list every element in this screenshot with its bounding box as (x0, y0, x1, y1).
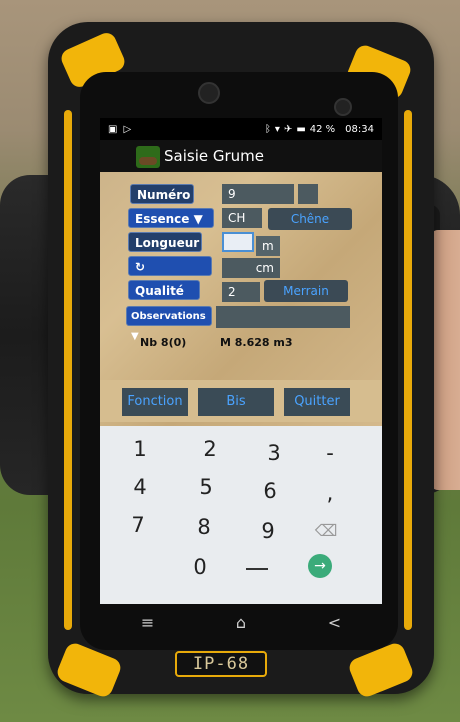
back-icon[interactable]: < (328, 613, 341, 632)
key-8[interactable]: 8 (184, 510, 224, 544)
key-7[interactable]: 7 (118, 508, 158, 542)
volume-summary: M 8.628 m3 (220, 336, 293, 349)
ip-rating-label: IP-68 (175, 651, 267, 677)
case-trim-left (64, 110, 72, 630)
bluetooth-icon: ᛒ (264, 123, 271, 135)
backspace-icon[interactable]: ⌫ (306, 514, 346, 548)
play-icon: ▷ (123, 123, 132, 135)
observations-field[interactable] (216, 306, 350, 328)
key-3[interactable]: 3 (254, 436, 294, 470)
essence-dropdown[interactable]: Essence ▼ (128, 208, 214, 228)
space-key[interactable] (246, 550, 268, 570)
speaker-icon (198, 82, 220, 104)
airplane-icon: ✈ (283, 123, 293, 135)
log-truck-icon (136, 146, 160, 168)
home-icon[interactable]: ⌂ (236, 613, 246, 632)
clock: 08:34 (345, 123, 374, 135)
qualite-merrain-button[interactable]: Merrain (264, 280, 348, 302)
count-summary: Nb 8(0) (140, 336, 187, 349)
bis-button[interactable]: Bis (198, 388, 274, 416)
key-5[interactable]: 5 (186, 470, 226, 504)
menu-icon[interactable]: ≡ (141, 613, 154, 632)
longueur-input[interactable] (222, 232, 254, 252)
key-6[interactable]: 6 (250, 474, 290, 508)
battery-level: 42 % (309, 123, 336, 135)
front-camera-icon (334, 98, 352, 116)
essence-name-button[interactable]: Chêne (268, 208, 352, 230)
diametre-button[interactable]: ↻ Diamètre (128, 256, 212, 294)
key-comma[interactable]: , (310, 476, 350, 510)
key-1[interactable]: 1 (120, 432, 160, 466)
key-9[interactable]: 9 (248, 514, 288, 548)
fonction-button[interactable]: Fonction (122, 388, 188, 416)
sim-icon: ▣ (108, 123, 118, 135)
quitter-button[interactable]: Quitter (284, 388, 350, 416)
observations-dropdown[interactable]: Observations ▼ (126, 306, 212, 342)
numeric-keypad: 1 2 3 - 4 5 6 , 7 8 9 ⌫ 0 → (100, 426, 382, 604)
qualite-dropdown[interactable]: Qualité ▼ (128, 280, 200, 318)
key-4[interactable]: 4 (120, 470, 160, 504)
function-bar: Fonction Bis Quitter (100, 380, 382, 422)
status-bar: ▣ ▷ ᛒ ▾ ✈ ▬ 42 % 08:34 (100, 118, 382, 140)
app-bar: Saisie Grume (100, 140, 382, 172)
phone-screen: ▣ ▷ ᛒ ▾ ✈ ▬ 42 % 08:34 Saisie Grume Numé… (100, 118, 382, 604)
numero-label: Numéro (130, 184, 194, 204)
key-0[interactable]: 0 (180, 550, 220, 584)
enter-arrow-icon[interactable]: → (308, 554, 332, 578)
navigation-bar: ≡ ⌂ < (100, 604, 382, 640)
app-title: Saisie Grume (164, 147, 264, 165)
diametre-field[interactable]: cm (222, 258, 280, 278)
numero-suffix-field[interactable] (298, 184, 318, 204)
key-2[interactable]: 2 (190, 432, 230, 466)
longueur-label: Longueur (128, 232, 202, 252)
numero-field[interactable]: 9 (222, 184, 294, 204)
case-trim-right (404, 110, 412, 630)
battery-icon: ▬ (296, 123, 306, 135)
longueur-unit: m (256, 236, 280, 256)
qualite-field[interactable]: 2 (222, 282, 260, 302)
key-minus[interactable]: - (310, 436, 350, 470)
wrist (430, 230, 460, 490)
signal-icon: ▾ (274, 123, 280, 135)
essence-code-field[interactable]: CH (222, 208, 262, 228)
